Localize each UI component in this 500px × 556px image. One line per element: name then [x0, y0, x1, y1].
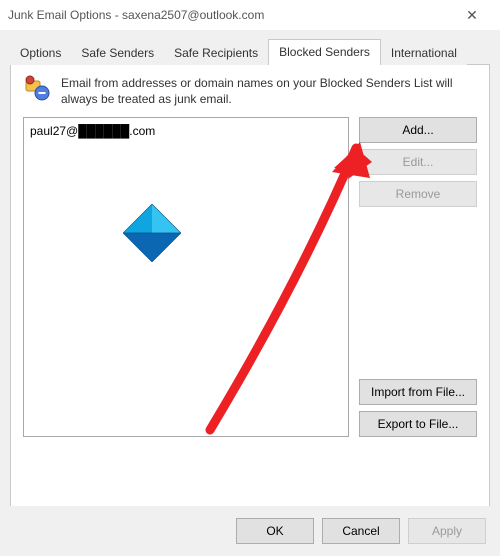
edit-button[interactable]: Edit...	[359, 149, 477, 175]
apply-button[interactable]: Apply	[408, 518, 486, 544]
info-icon	[23, 75, 53, 107]
panel-description-row: Email from addresses or domain names on …	[23, 75, 477, 107]
blocked-senders-list[interactable]: paul27@██████.com	[23, 117, 349, 437]
list-item[interactable]: paul27@██████.com	[30, 122, 342, 140]
panel-description: Email from addresses or domain names on …	[61, 75, 477, 107]
cancel-button[interactable]: Cancel	[322, 518, 400, 544]
remove-button[interactable]: Remove	[359, 181, 477, 207]
window-title: Junk Email Options - saxena2507@outlook.…	[8, 8, 452, 22]
tab-options[interactable]: Options	[10, 41, 71, 66]
dialog-button-bar: OK Cancel Apply	[0, 506, 500, 556]
export-to-file-button[interactable]: Export to File...	[359, 411, 477, 437]
tab-blocked-senders[interactable]: Blocked Senders	[268, 39, 381, 66]
close-button[interactable]: ✕	[452, 7, 492, 24]
blocked-senders-panel: Email from addresses or domain names on …	[10, 65, 490, 513]
title-bar: Junk Email Options - saxena2507@outlook.…	[0, 0, 500, 30]
tab-safe-senders[interactable]: Safe Senders	[71, 41, 164, 66]
add-button[interactable]: Add...	[359, 117, 477, 143]
tab-international[interactable]: International	[381, 41, 467, 66]
tab-strip: Options Safe Senders Safe Recipients Blo…	[0, 30, 500, 65]
import-from-file-button[interactable]: Import from File...	[359, 379, 477, 405]
side-button-column: Add... Edit... Remove Import from File..…	[359, 117, 477, 437]
ok-button[interactable]: OK	[236, 518, 314, 544]
tab-safe-recipients[interactable]: Safe Recipients	[164, 41, 268, 66]
